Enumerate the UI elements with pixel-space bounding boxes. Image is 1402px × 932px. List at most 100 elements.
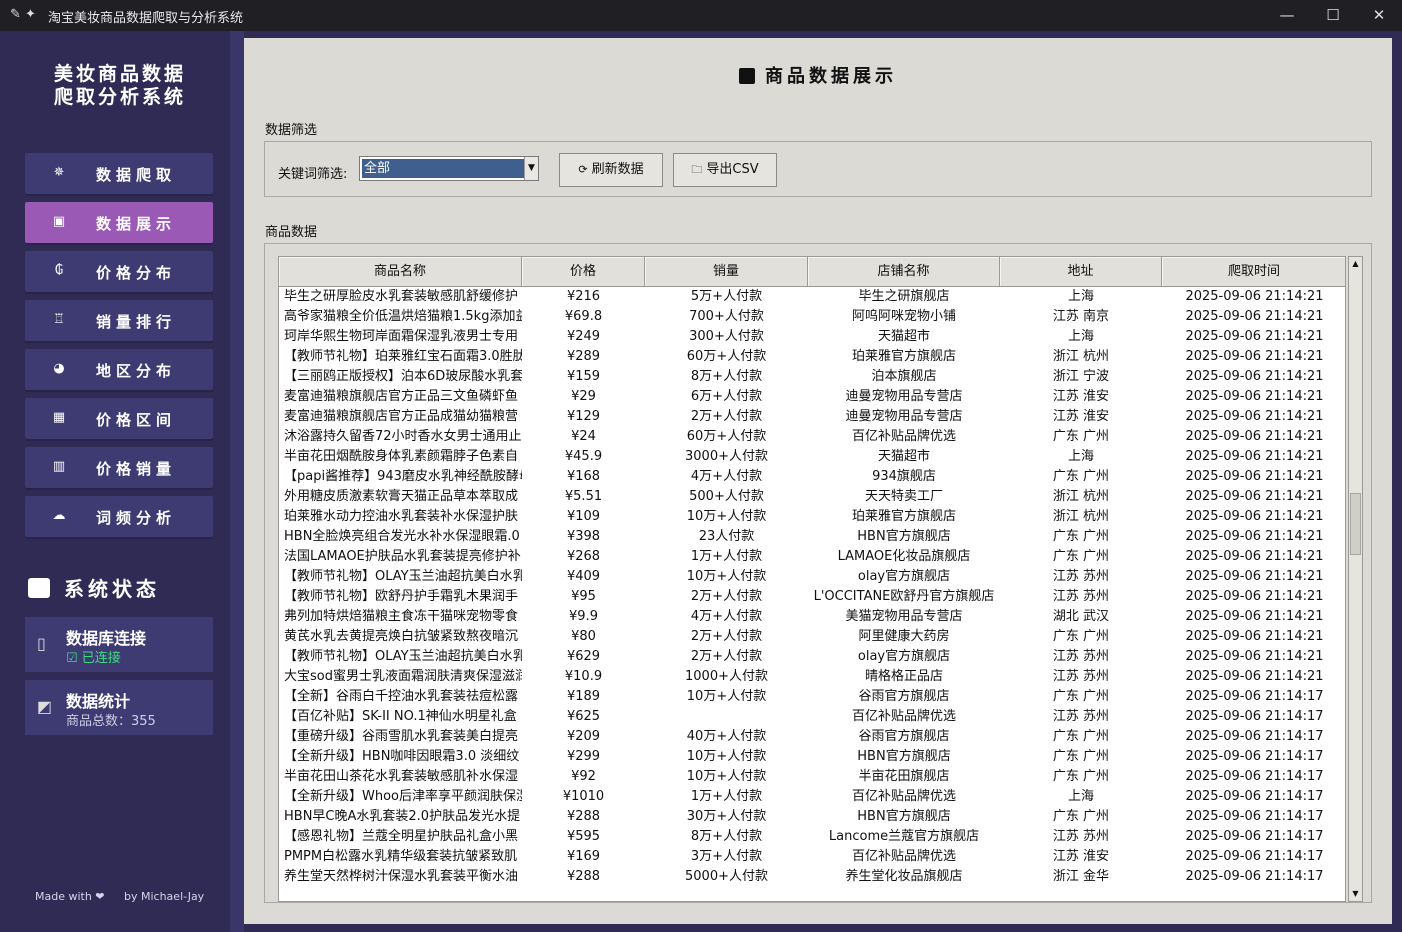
table-cell: 2025-09-06 21:14:21 [1185,369,1324,384]
table-cell: 【百亿补贴】SK-II NO.1神仙水明星礼盒 [284,709,517,724]
table-cell: 2万+人付款 [690,629,763,644]
sidebar-item-5[interactable]: ▦ 价格区间 [25,398,213,439]
sidebar-item-0[interactable]: ✵ 数据爬取 [25,153,213,194]
table-row[interactable]: 珀莱雅水动力控油水乳套装补水保湿护肤 ¥109 10万+人付款 珀莱雅官方旗舰店 浙江 … [279,507,1345,527]
table-row[interactable]: 弗列加特烘焙猫粮主食冻干猫咪宠物零食 ¥9.9 4万+人付款 美猫宠物用品专营店 湖北 … [279,607,1345,627]
sidebar-item-1[interactable]: ▣ 数据展示 [25,202,213,243]
table-cell: ¥169 [566,849,601,864]
table-cell: 珂岸华熙生物珂岸面霜保湿乳液男士专用 [284,329,519,344]
scroll-thumb[interactable] [1350,493,1361,555]
scroll-down-icon[interactable]: ▼ [1349,887,1362,901]
table-row[interactable]: 法国LAMAOE护肤品水乳套装提亮修护补 ¥268 1万+人付款 LAMAOE化妆品旗… [279,547,1345,567]
table-cell: 4万+人付款 [690,609,763,624]
table-row[interactable]: PMPM白松露水乳精华级套装抗皱紧致肌 ¥169 3万+人付款 百亿补贴品牌优选 江苏 … [279,847,1345,867]
scroll-up-icon[interactable]: ▲ [1349,257,1362,271]
table-row[interactable]: 高爷家猫粮全价低温烘焙猫粮1.5kg添加益 ¥69.8 700+人付款 阿呜阿咪宠物小… [279,307,1345,327]
stats-count: 商品总数：355 [66,714,156,729]
table-row[interactable]: 【重磅升级】谷雨雪肌水乳套装美白提亮 ¥209 40万+人付款 谷雨官方旗舰店 广东 广… [279,727,1345,747]
table-cell: 2025-09-06 21:14:21 [1185,649,1324,664]
table-row[interactable]: 黄芪水乳去黄提亮焕白抗皱紧致熬夜暗沉 ¥80 2万+人付款 阿里健康大药房 广东 广州 2… [279,627,1345,647]
column-header[interactable]: 销量 [645,257,808,287]
vertical-scrollbar[interactable]: ▲ ▼ [1348,256,1363,902]
table-cell: 养生堂天然桦树汁保湿水乳套装平衡水油 [284,869,519,884]
table-cell: 2025-09-06 21:14:21 [1185,529,1324,544]
table-row[interactable]: 【papi酱推荐】943磨皮水乳神经酰胺酵母 ¥168 4万+人付款 934旗舰店 广东… [279,467,1345,487]
table-section-label: 商品数据 [265,225,318,240]
table-row[interactable]: 【教师节礼物】OLAY玉兰油超抗美白水乳 ¥629 2万+人付款 olay官方旗舰店 江… [279,647,1345,667]
export-csv-button[interactable]: 🗀 导出CSV [673,153,777,187]
column-header[interactable]: 爬取时间 [1162,257,1345,287]
refresh-button[interactable]: ⟳ 刷新数据 [559,153,663,187]
table-cell: 10万+人付款 [686,569,767,584]
sidebar-item-6[interactable]: ▥ 价格销量 [25,447,213,488]
table-row[interactable]: 【全新升级】Whoo后津率享平颜润肤保湿 ¥1010 1万+人付款 百亿补贴品牌优选 上… [279,787,1345,807]
table-cell: PMPM白松露水乳精华级套装抗皱紧致肌 [284,849,518,864]
column-header[interactable]: 地址 [1000,257,1162,287]
table-cell: 弗列加特烘焙猫粮主食冻干猫咪宠物零食 [284,609,519,624]
table-row[interactable]: 麦富迪猫粮旗舰店官方正品三文鱼磷虾鱼 ¥29 6万+人付款 迪曼宠物用品专营店 江苏 淮… [279,387,1345,407]
product-table[interactable]: 商品名称 价格 销量 店铺名称 地址 爬取时间 毕生之研厚脸皮水乳套装敏感肌舒缓修护 ¥21… [278,256,1346,902]
table-row[interactable]: 【三丽鸥正版授权】泊本6D玻尿酸水乳套 ¥159 8万+人付款 泊本旗舰店 浙江 宁波 2… [279,367,1345,387]
table-cell: ¥29 [571,389,596,404]
table-cell: 谷雨官方旗舰店 [858,729,950,744]
sidebar-item-2[interactable]: ₲ 价格分布 [25,251,213,292]
table-cell: HBN官方旗舰店 [857,749,951,764]
chevron-down-icon[interactable]: ▼ [524,157,538,180]
minimize-icon[interactable]: — [1264,0,1310,31]
table-row[interactable]: 外用糖皮质激素软膏天猫正品草本萃取成 ¥5.51 500+人付款 天天特卖工厂 浙江 杭… [279,487,1345,507]
title-bar: ✎ ✦ 淘宝美妆商品数据爬取与分析系统 — ☐ ✕ [0,0,1402,31]
table-cell: 天猫超市 [877,449,930,464]
table-row[interactable]: 麦富迪猫粮旗舰店官方正品成猫幼猫粮营 ¥129 2万+人付款 迪曼宠物用品专营店 江苏 … [279,407,1345,427]
table-cell: 养生堂化妆品旗舰店 [845,869,963,884]
table-row[interactable]: 【全新升级】HBN咖啡因眼霜3.0 淡细纹 ¥299 10万+人付款 HBN官方旗舰店… [279,747,1345,767]
table-cell: 迪曼宠物用品专营店 [845,409,963,424]
table-row[interactable]: 【全新】谷雨白千控油水乳套装祛痘松露 ¥189 10万+人付款 谷雨官方旗舰店 广东 广… [279,687,1345,707]
table-row[interactable]: 【教师节礼物】欧舒丹护手霜乳木果润手 ¥95 2万+人付款 L'OCCITANE欧舒丹… [279,587,1345,607]
table-cell: ¥595 [566,829,601,844]
sidebar-item-4[interactable]: ◕ 地区分布 [25,349,213,390]
table-row[interactable]: 珂岸华熙生物珂岸面霜保湿乳液男士专用 ¥249 300+人付款 天猫超市 上海 2025-… [279,327,1345,347]
sidebar-item-3[interactable]: ♖ 销量排行 [25,300,213,341]
sidebar-item-7[interactable]: ☁ 词频分析 [25,496,213,537]
app-icon: ✎ ✦ [10,7,36,22]
table-row[interactable]: 半亩花田烟酰胺身体乳素颜霜脖子色素自 ¥45.9 3000+人付款 天猫超市 上海 202… [279,447,1345,467]
table-row[interactable]: HBN早C晚A水乳套装2.0护肤品发光水提 ¥288 30万+人付款 HBN官方旗舰店… [279,807,1345,827]
maximize-icon[interactable]: ☐ [1310,0,1356,31]
table-cell: HBN早C晚A水乳套装2.0护肤品发光水提 [284,809,521,824]
column-header[interactable]: 商品名称 [279,257,522,287]
db-status-title: 数据库连接 [66,629,147,648]
table-row[interactable]: 大宝sod蜜男士乳液面霜润肤清爽保湿滋润 ¥10.9 1000+人付款 晴格格正品店 江… [279,667,1345,687]
sidebar-item-label: 价格销量 [95,460,176,478]
sidebar-item-label: 数据展示 [95,215,176,233]
table-row[interactable]: 【教师节礼物】OLAY玉兰油超抗美白水乳 ¥409 10万+人付款 olay官方旗舰店… [279,567,1345,587]
table-row[interactable]: 半亩花田山茶花水乳套装敏感肌补水保湿 ¥92 10万+人付款 半亩花田旗舰店 广东 广州… [279,767,1345,787]
table-cell: 广东 广州 [1052,769,1110,784]
table-cell: 23人付款 [698,529,755,544]
table-cell: 广东 广州 [1052,689,1110,704]
table-cell: 【感恩礼物】兰蔻全明星护肤品礼盒小黑 [284,829,519,844]
table-cell: 8万+人付款 [690,369,763,384]
table-row[interactable]: 毕生之研厚脸皮水乳套装敏感肌舒缓修护 ¥216 5万+人付款 毕生之研旗舰店 上海 202… [279,287,1345,307]
table-row[interactable]: 【感恩礼物】兰蔻全明星护肤品礼盒小黑 ¥595 8万+人付款 Lancome兰蔻官方旗… [279,827,1345,847]
table-cell: 百亿补贴品牌优选 [851,429,956,444]
table-row[interactable]: HBN全脸焕亮组合发光水补水保湿眼霜.0 ¥398 23人付款 HBN官方旗舰店 广东 … [279,527,1345,547]
table-cell: 934旗舰店 [872,469,936,484]
close-icon[interactable]: ✕ [1356,0,1402,31]
column-header[interactable]: 价格 [522,257,645,287]
column-header[interactable]: 店铺名称 [808,257,1000,287]
table-cell: ¥80 [571,629,596,644]
table-row[interactable]: 养生堂天然桦树汁保湿水乳套装平衡水油 ¥288 5000+人付款 养生堂化妆品旗舰店 浙… [279,867,1345,887]
table-cell: 【重磅升级】谷雨雪肌水乳套装美白提亮 [284,729,519,744]
table-cell: ¥10.9 [564,669,603,684]
table-cell: 黄芪水乳去黄提亮焕白抗皱紧致熬夜暗沉 [284,629,519,644]
table-cell: 江苏 苏州 [1052,829,1110,844]
table-row[interactable]: 沐浴露持久留香72小时香水女男士通用止 ¥24 60万+人付款 百亿补贴品牌优选 广东 … [279,427,1345,447]
keyword-select[interactable]: 全部 ▼ [359,156,539,181]
table-cell: ¥1010 [562,789,605,804]
table-cell: 10万+人付款 [686,689,767,704]
table-cell: 浙江 杭州 [1052,489,1110,504]
table-cell: 10万+人付款 [686,749,767,764]
table-row[interactable]: 【百亿补贴】SK-II NO.1神仙水明星礼盒 ¥625 百亿补贴品牌优选 江苏 苏州… [279,707,1345,727]
table-row[interactable]: 【教师节礼物】珀莱雅红宝石面霜3.0胜肽 ¥289 60万+人付款 珀莱雅官方旗舰店 浙… [279,347,1345,367]
table-cell: ¥268 [566,549,601,564]
